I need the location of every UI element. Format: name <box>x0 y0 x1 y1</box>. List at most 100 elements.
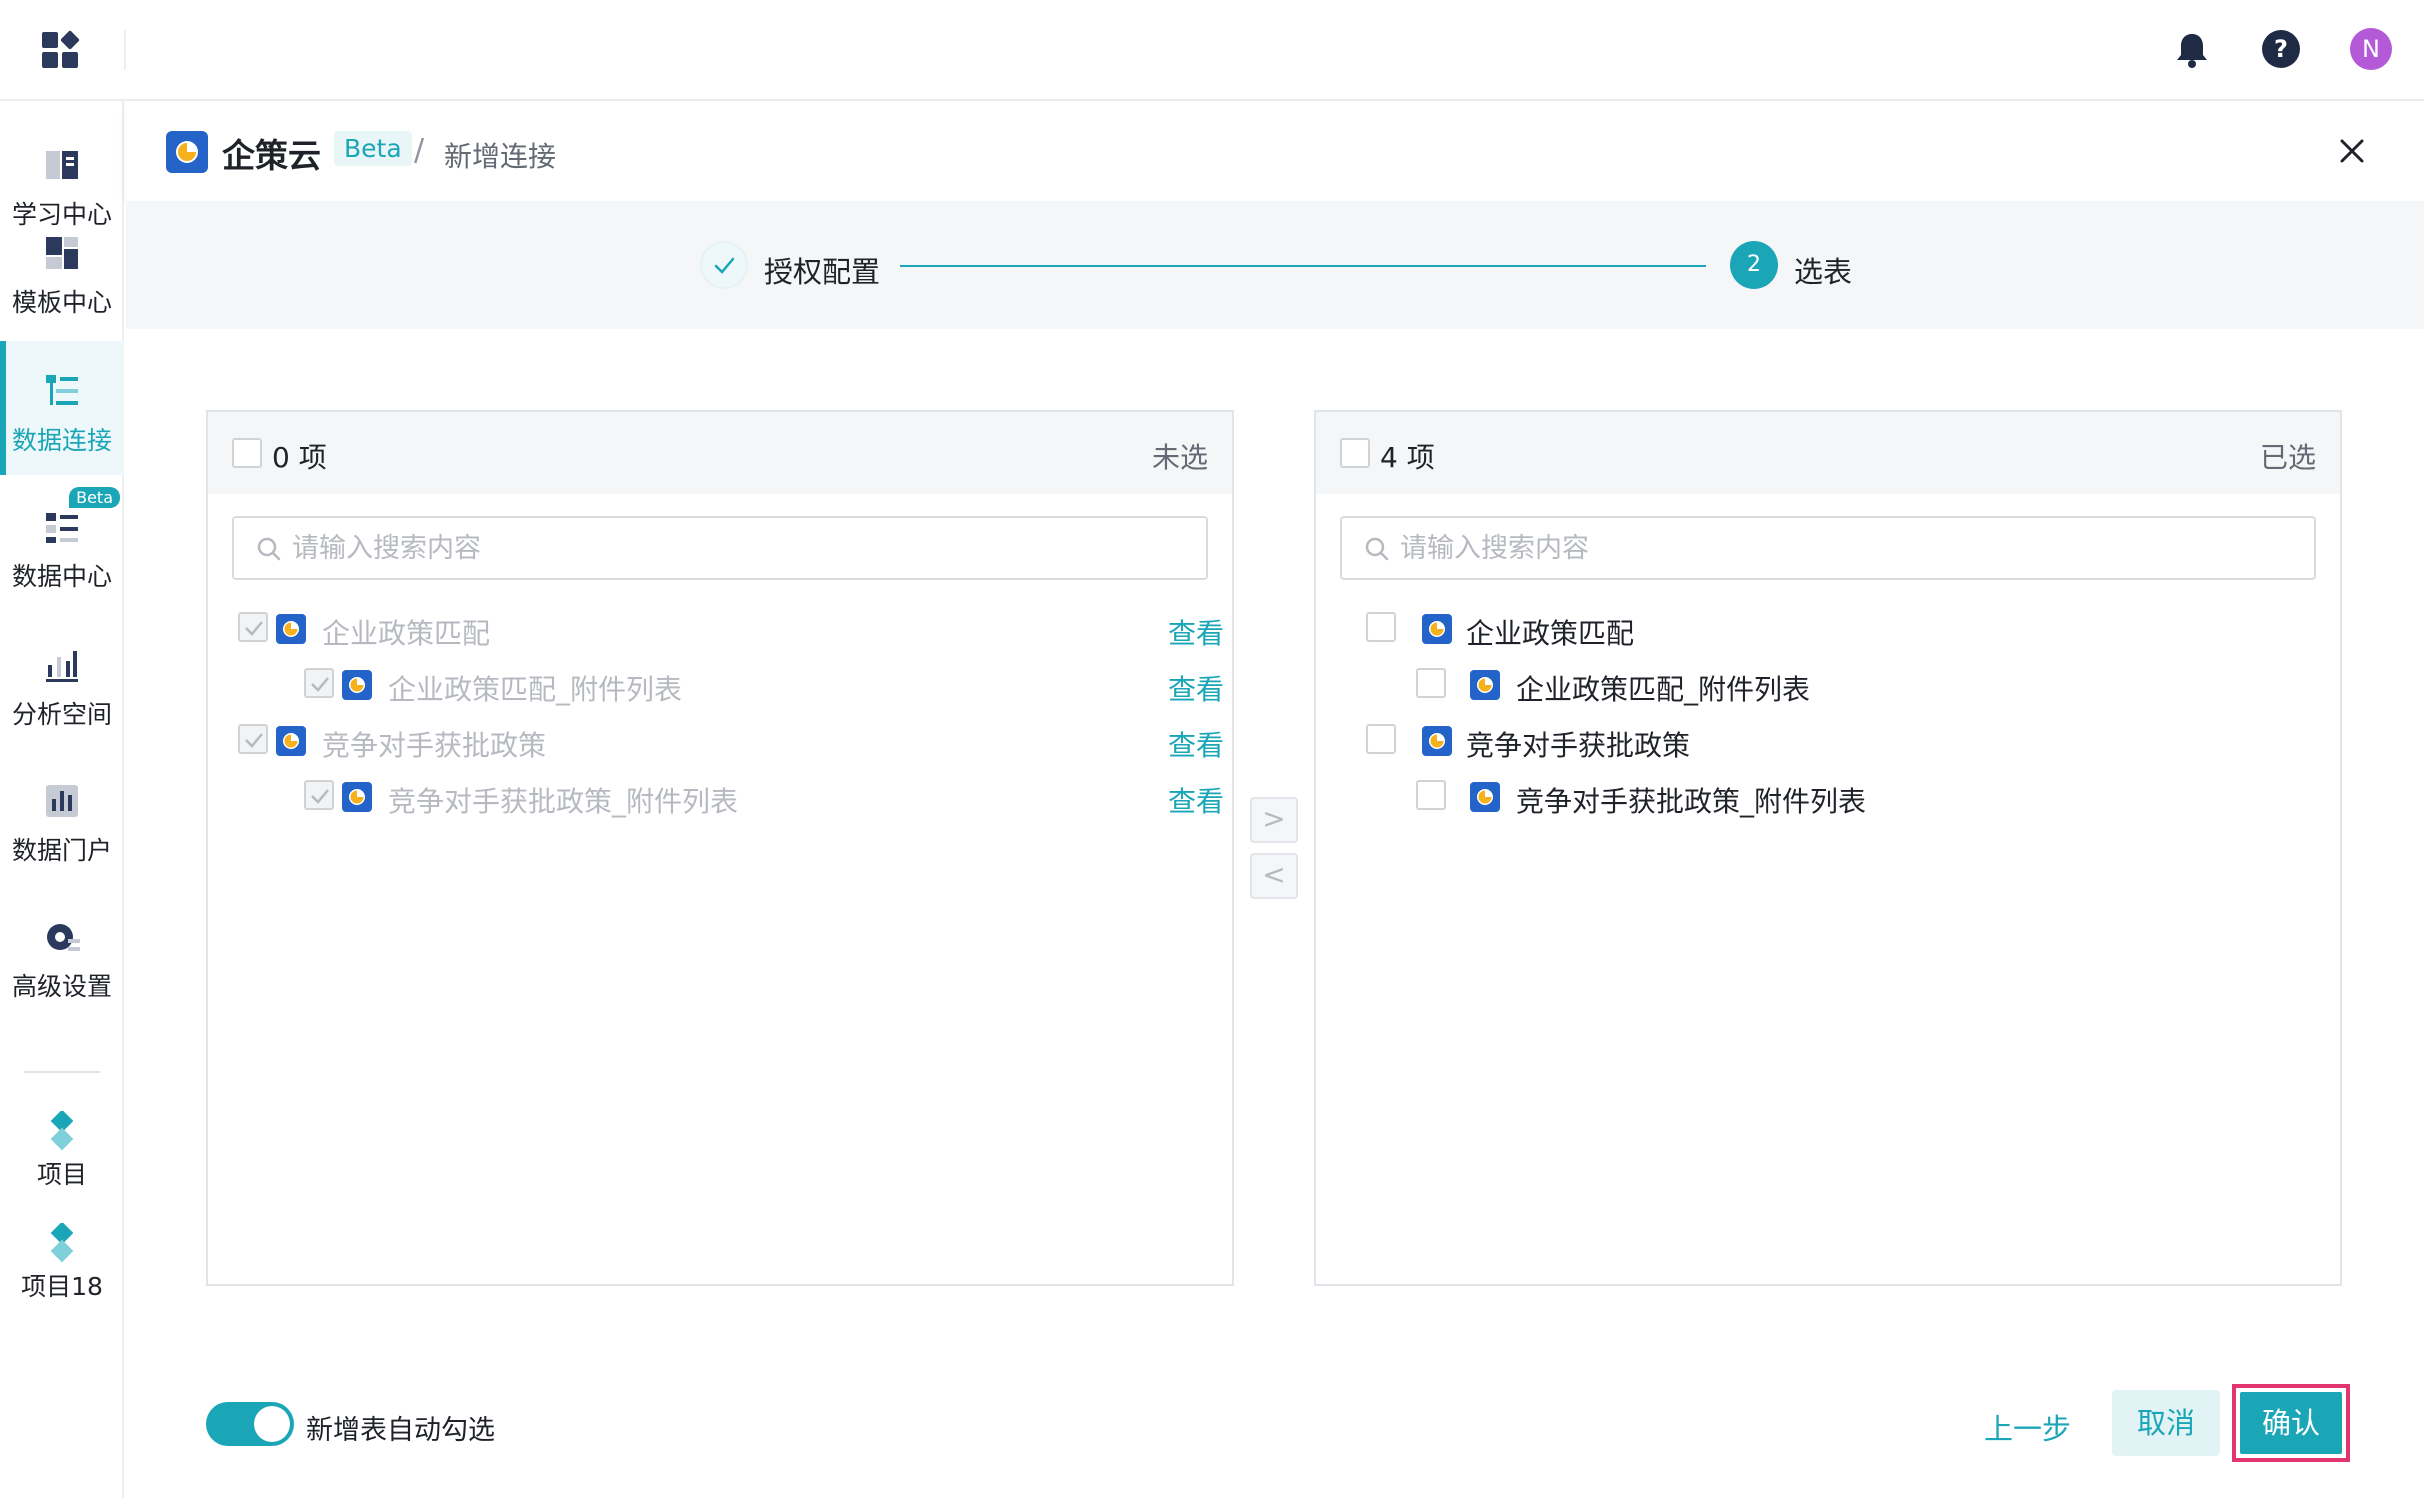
step-indicator: 授权配置 2 选表 <box>126 201 2424 329</box>
sidebar-item-advanced-settings[interactable]: 高级设置 <box>0 887 124 1021</box>
sidebar-item-label: 数据门户 <box>11 836 112 865</box>
top-bar: ? N <box>0 0 2424 101</box>
check-icon <box>714 257 735 274</box>
breadcrumb-separator: / <box>414 133 425 168</box>
project-icon <box>50 1111 74 1151</box>
sidebar-project-item[interactable]: 项目18 <box>0 1223 124 1303</box>
close-icon[interactable] <box>2336 135 2368 167</box>
auto-select-toggle[interactable] <box>206 1402 294 1446</box>
check-icon <box>311 677 329 692</box>
row-checkbox[interactable] <box>238 724 268 754</box>
list-item[interactable]: 企业政策匹配_附件列表 <box>1316 656 2340 712</box>
project-icon <box>50 1223 74 1263</box>
list-status: 未选 <box>1151 441 1208 474</box>
data-connect-icon <box>46 375 78 405</box>
book-icon <box>46 151 78 179</box>
portal-icon <box>46 785 78 817</box>
table-name: 竞争对手获批政策_附件列表 <box>388 785 739 818</box>
beta-tag: Beta <box>334 131 412 166</box>
row-checkbox[interactable] <box>304 668 334 698</box>
confirm-button-highlight: 确认 <box>2232 1384 2350 1462</box>
bell-icon[interactable] <box>2172 30 2212 70</box>
cancel-button[interactable]: 取消 <box>2112 1390 2220 1456</box>
sidebar-item-data-connection[interactable]: 数据连接 <box>0 341 124 475</box>
analysis-icon <box>46 651 78 682</box>
sidebar-project-item[interactable]: 项目 <box>0 1111 124 1191</box>
user-avatar[interactable]: N <box>2350 28 2392 70</box>
table-icon <box>276 726 306 756</box>
sidebar-divider <box>24 1071 100 1073</box>
row-checkbox[interactable] <box>304 780 334 810</box>
move-right-button[interactable]: > <box>1250 797 1298 843</box>
row-checkbox[interactable] <box>1366 724 1396 754</box>
table-name: 竞争对手获批政策 <box>1466 729 1691 762</box>
list-header: 0 项 未选 <box>208 412 1232 494</box>
table-name: 竞争对手获批政策 <box>322 729 547 762</box>
step-1-circle <box>700 241 748 289</box>
unselected-list-panel: 0 项 未选 企业政策匹配 查看 企业政策匹配_附件列表 查看 <box>206 410 1234 1286</box>
list-item[interactable]: 竞争对手获批政策 查看 <box>208 712 1232 768</box>
project-label: 项目 <box>36 1160 87 1189</box>
row-checkbox[interactable] <box>1416 780 1446 810</box>
search-box <box>232 516 1208 580</box>
sidebar-item-data-portal[interactable]: 数据门户 <box>0 751 124 885</box>
view-link[interactable]: 查看 <box>1168 612 1224 652</box>
row-checkbox[interactable] <box>1416 668 1446 698</box>
check-icon <box>311 789 329 804</box>
view-link[interactable]: 查看 <box>1168 668 1224 708</box>
move-left-button[interactable]: < <box>1250 853 1298 899</box>
help-icon[interactable]: ? <box>2260 28 2302 70</box>
list-item[interactable]: 企业政策匹配_附件列表 查看 <box>208 656 1232 712</box>
settings-icon <box>47 924 80 951</box>
table-name: 竞争对手获批政策_附件列表 <box>1516 785 1867 818</box>
list-item[interactable]: 竞争对手获批政策_附件列表 <box>1316 768 2340 824</box>
table-name: 企业政策匹配_附件列表 <box>1516 673 1811 706</box>
step-connector-line <box>900 265 1706 267</box>
brand-logo-icon <box>166 131 208 173</box>
check-icon <box>245 733 263 748</box>
table-name: 企业政策匹配 <box>322 617 491 650</box>
item-count: 4 项 <box>1380 441 1435 474</box>
list-header: 4 项 已选 <box>1316 412 2340 494</box>
item-count: 0 项 <box>272 441 327 474</box>
table-icon <box>1470 782 1500 812</box>
sidebar-item-data-center[interactable]: Beta 数据中心 <box>0 477 124 611</box>
table-name: 企业政策匹配 <box>1466 617 1635 650</box>
sidebar-item-analysis-space[interactable]: 分析空间 <box>0 615 124 749</box>
row-checkbox[interactable] <box>1366 612 1396 642</box>
sidebar-item-label: 数据连接 <box>11 426 112 455</box>
previous-step-button[interactable]: 上一步 <box>1984 1406 2071 1448</box>
select-all-checkbox[interactable] <box>232 438 262 468</box>
list-item[interactable]: 竞争对手获批政策_附件列表 查看 <box>208 768 1232 824</box>
selected-list-panel: 4 项 已选 企业政策匹配 企业政策匹配_附件列表 竞争对手获批政策 <box>1314 410 2342 1286</box>
step-2-circle: 2 <box>1730 241 1778 289</box>
list-item[interactable]: 竞争对手获批政策 <box>1316 712 2340 768</box>
select-all-checkbox[interactable] <box>1340 438 1370 468</box>
list-item[interactable]: 企业政策匹配 查看 <box>208 600 1232 656</box>
search-icon <box>1365 537 1389 561</box>
brand-name: 企策云 <box>222 136 321 175</box>
sidebar-item-label: 分析空间 <box>11 700 112 729</box>
list-status: 已选 <box>2259 441 2316 474</box>
search-input[interactable] <box>292 530 1192 566</box>
panel-header: 企策云 Beta / 新增连接 <box>126 101 2424 201</box>
sidebar-item-template-center[interactable]: 模板中心 <box>0 203 124 337</box>
data-center-icon <box>46 513 78 543</box>
search-input[interactable] <box>1400 530 2300 566</box>
row-checkbox[interactable] <box>238 612 268 642</box>
breadcrumb-current-page: 新增连接 <box>444 140 557 173</box>
auto-select-label: 新增表自动勾选 <box>306 1415 495 1446</box>
table-icon <box>1470 670 1500 700</box>
confirm-button[interactable]: 确认 <box>2240 1392 2342 1454</box>
project-label: 项目18 <box>21 1272 103 1301</box>
check-icon <box>245 621 263 636</box>
search-icon <box>257 537 281 561</box>
table-icon <box>1422 726 1452 756</box>
apps-grid-icon[interactable] <box>40 30 82 72</box>
view-link[interactable]: 查看 <box>1168 780 1224 820</box>
view-link[interactable]: 查看 <box>1168 724 1224 764</box>
table-icon <box>342 670 372 700</box>
list-item[interactable]: 企业政策匹配 <box>1316 600 2340 656</box>
toggle-knob <box>254 1406 290 1442</box>
table-icon <box>276 614 306 644</box>
